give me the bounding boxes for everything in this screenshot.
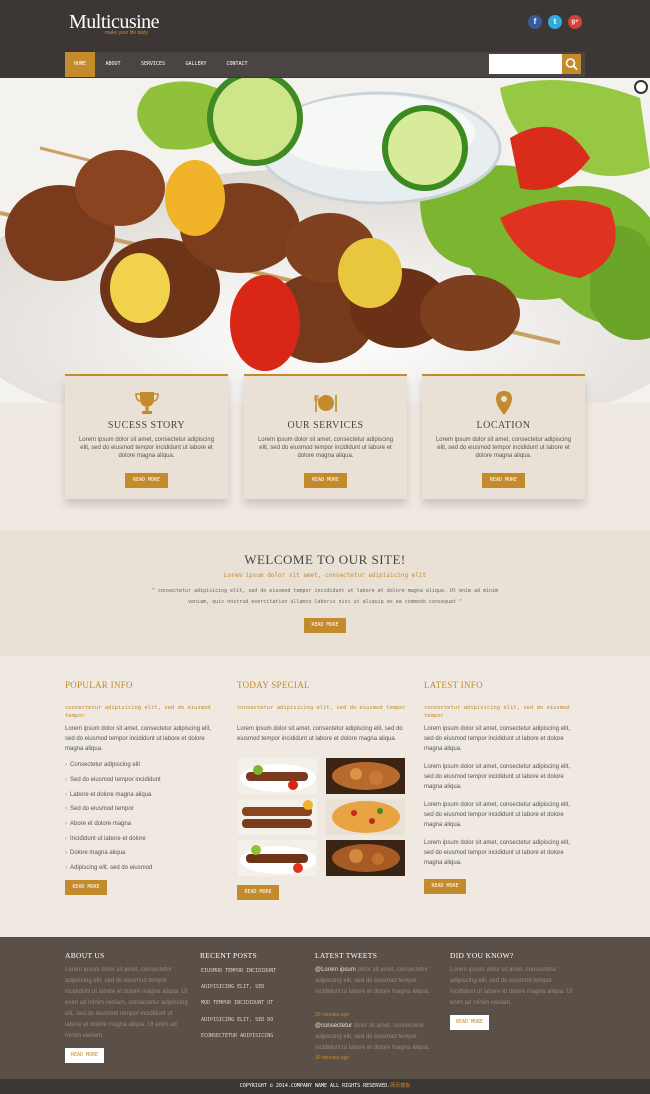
read-more-button[interactable]: READ MORE xyxy=(304,473,347,488)
gallery-thumbnail[interactable] xyxy=(326,799,405,835)
popular-info-text: Lorem ipsum dolor sit amet, consectetur … xyxy=(65,726,212,752)
recent-post-link[interactable]: EIUSMOD TEMPOR INCIDIDUNT xyxy=(201,968,276,974)
search-button[interactable] xyxy=(562,54,581,74)
list-item[interactable]: Abore et dolore magna xyxy=(65,821,131,827)
gallery-thumbnail[interactable] xyxy=(326,840,405,876)
latest-info-paragraph: Lorem ipsum dolor sit amet, consectetur … xyxy=(424,726,571,752)
slider-pause-button[interactable] xyxy=(634,80,648,94)
footer-did-you-know-text: Lorem ipsum dolor sit amet, consectetur … xyxy=(450,967,573,1006)
list-item[interactable]: Labore et dolore magna aliqua xyxy=(65,792,151,798)
welcome-title: WELCOME TO OUR SITE! xyxy=(244,552,406,567)
popular-info-subtitle: consectetur adipisicing elit, sed do eiu… xyxy=(65,705,211,719)
footer-about-text: Lorem ipsum dolor sit amet, consectetur … xyxy=(65,967,188,1039)
feature-text: Lorem ipsum dolor sit amet, consectetur … xyxy=(435,437,572,459)
latest-info-paragraph: Lorem ipsum dolor sit amet, consectetur … xyxy=(424,764,571,790)
recent-post-link[interactable]: MOD TEMPOR INCIDIDUNT UT xyxy=(201,1000,273,1006)
read-more-button[interactable]: READ MORE xyxy=(125,473,168,488)
latest-info-paragraph: Lorem ipsum dolor sit amet, consectetur … xyxy=(424,840,571,866)
list-item[interactable]: Sed do eiusmod tempor xyxy=(65,806,134,812)
tweet-text: @consectetur dolor sit amet, consectetur… xyxy=(315,1021,440,1054)
twitter-icon[interactable]: t xyxy=(548,15,562,29)
gallery-thumbnail[interactable] xyxy=(238,840,317,876)
special-read-more-button[interactable]: READ MORE xyxy=(237,885,279,900)
list-item[interactable]: Incididunt ut labore et dolore xyxy=(65,836,146,842)
tweet-user[interactable]: @Lorem ipsum xyxy=(315,967,356,973)
welcome-section: WELCOME TO OUR SITE! Lorem ipsum dolor s… xyxy=(0,530,650,656)
footer-recent-posts-title: RECENT POSTS xyxy=(200,951,258,960)
site-footer: ABOUT US Lorem ipsum dolor sit amet, con… xyxy=(0,937,650,1079)
copyright-link[interactable]: 网页模板 xyxy=(390,1083,410,1089)
nav-home[interactable]: HOME xyxy=(65,52,95,77)
copyright-text: COPYRIGHT © 2014.COMPANY NAME ALL RIGHTS… xyxy=(239,1083,391,1089)
footer-did-you-know-title: DID YOU KNOW? xyxy=(450,951,514,960)
feature-title: LOCATION xyxy=(476,420,531,431)
today-special-title: TODAY SPECIAL xyxy=(237,680,310,690)
tweet-time: 30 minutes ago xyxy=(315,1055,350,1061)
trophy-icon xyxy=(135,392,159,414)
dining-icon xyxy=(314,395,337,412)
read-more-button[interactable]: READ MORE xyxy=(482,473,525,488)
recent-post-link[interactable]: ADIPISICING ELIT, SED xyxy=(201,984,264,990)
site-tagline: make your life tasty xyxy=(105,30,149,36)
recent-post-link[interactable]: ADIPISICING ELIT, SED DO xyxy=(201,1017,273,1023)
feature-text: Lorem ipsum dolor sit amet, consectetur … xyxy=(78,437,215,459)
gallery-thumbnail[interactable] xyxy=(326,758,405,794)
tweet-text: @Lorem ipsum dolor sit amet, consectetur… xyxy=(315,965,440,998)
nav-gallery[interactable]: GALLERY xyxy=(177,52,215,77)
list-item[interactable]: Sed do eiusmod tempor incididunt xyxy=(65,777,161,783)
feature-text: Lorem ipsum dolor sit amet, consectetur … xyxy=(257,437,394,459)
welcome-subtitle: Lorem ipsum dolor sit amet, consectetur … xyxy=(223,572,427,579)
map-pin-icon xyxy=(496,391,512,415)
gallery-thumbnail[interactable] xyxy=(238,799,317,835)
nav-services[interactable]: SERVICES xyxy=(133,52,173,77)
tweet-time: 30 minutes ago xyxy=(315,1012,350,1018)
nav-contact[interactable]: CONTACT xyxy=(219,52,255,77)
popular-info-title: POPULAR INFO xyxy=(65,680,133,690)
list-item[interactable]: Adipiscing elit, sed do eiusmod xyxy=(65,865,152,871)
feature-success-story: SUCESS STORY Lorem ipsum dolor sit amet,… xyxy=(65,374,228,499)
gallery-thumbnail[interactable] xyxy=(238,758,317,794)
latest-info-subtitle: consectetur adipisicing elit, sed do eiu… xyxy=(424,705,570,719)
feature-location: LOCATION Lorem ipsum dolor sit amet, con… xyxy=(422,374,585,499)
welcome-read-more-button[interactable]: READ MORE xyxy=(304,618,346,633)
facebook-icon[interactable]: f xyxy=(528,15,542,29)
latest-info-paragraph: Lorem ipsum dolor sit amet, consectetur … xyxy=(424,802,571,828)
list-item[interactable]: Dolore magna aliqua xyxy=(65,850,125,856)
footer-latest-tweets-title: LATEST TWEETS xyxy=(315,951,378,960)
feature-our-services: OUR SERVICES Lorem ipsum dolor sit amet,… xyxy=(244,374,407,499)
latest-info-title: LATEST INFO xyxy=(424,680,483,690)
kebab-illustration xyxy=(0,78,650,403)
today-special-text: Lorem ipsum dolor sit amet, consectetur … xyxy=(237,726,403,742)
footer-know-read-more-button[interactable]: READ MORE xyxy=(450,1015,489,1030)
feature-title: SUCESS STORY xyxy=(107,420,186,431)
search-icon xyxy=(565,58,578,71)
popular-read-more-button[interactable]: READ MORE xyxy=(65,880,107,895)
nav-about[interactable]: ABOUT xyxy=(99,52,127,77)
list-item[interactable]: Consectetur adipiscing elit xyxy=(65,762,140,768)
hero-image xyxy=(0,78,650,403)
today-special-subtitle: consectetur adipisicing elit, sed do eiu… xyxy=(237,705,406,711)
copyright-bar: COPYRIGHT © 2014.COMPANY NAME ALL RIGHTS… xyxy=(0,1079,650,1094)
recent-post-link[interactable]: ECONSECTETUR ADIPISICING xyxy=(201,1033,273,1039)
google-plus-icon[interactable]: g+ xyxy=(568,15,582,29)
welcome-description: " consectetur adipisicing elit, sed do e… xyxy=(151,588,499,605)
feature-title: OUR SERVICES xyxy=(287,420,364,431)
search-input[interactable] xyxy=(489,54,562,74)
footer-about-read-more-button[interactable]: READ MORE xyxy=(65,1048,104,1063)
latest-read-more-button[interactable]: READ MORE xyxy=(424,879,466,894)
footer-about-title: ABOUT US xyxy=(65,951,105,960)
tweet-user[interactable]: @consectetur xyxy=(315,1023,352,1029)
